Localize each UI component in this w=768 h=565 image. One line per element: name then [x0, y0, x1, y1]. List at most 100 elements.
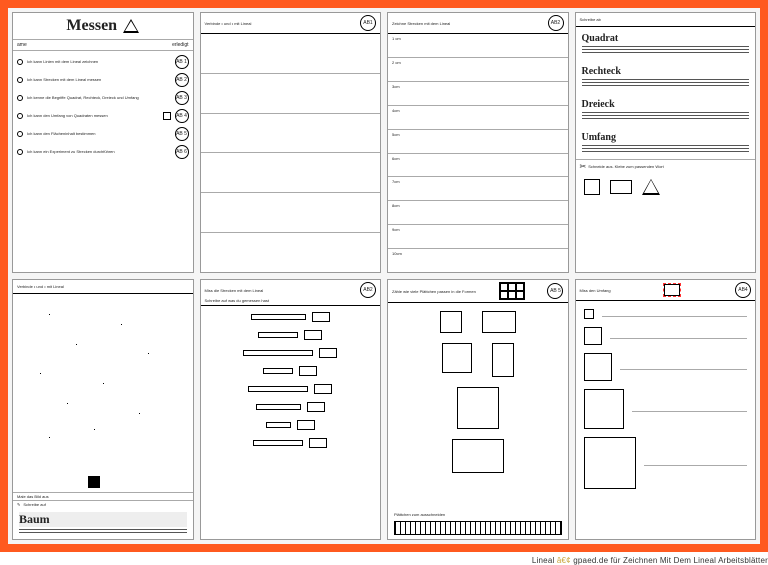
checkbox-circle[interactable]	[17, 95, 23, 101]
triangle-icon	[642, 179, 660, 195]
task-row: Ich kann ein Experiment zu Strecken durc…	[17, 145, 189, 159]
worksheet-2: Verbinde • und • mit Lineal AB1	[200, 12, 382, 273]
cut-instruction: Schneide aus. Klebe zum passenden Wort	[588, 164, 664, 169]
scissors-icon: ✂	[580, 162, 587, 171]
task-text: Ich kann den Umfang von Quadraten messen	[27, 114, 159, 118]
checkbox-circle[interactable]	[17, 113, 23, 119]
square-row	[584, 327, 748, 345]
ab-badge: AB 5	[547, 283, 563, 299]
dot-row	[201, 233, 381, 272]
writing-lines	[582, 77, 750, 87]
checkbox-circle[interactable]	[17, 149, 23, 155]
sheet-instruction: Verbinde • und • mit Lineal	[17, 284, 64, 289]
dot-row	[201, 114, 381, 154]
length-row: 2 cm	[388, 58, 568, 82]
task-text: Ich kann Linien mit dem Lineal zeichnen	[27, 60, 171, 64]
measure-item	[211, 438, 371, 448]
outline-box	[482, 311, 516, 333]
task-row: Ich kann den Umfang von Quadraten messen…	[17, 109, 189, 123]
sub-instruction: Schreibe auf	[23, 502, 45, 507]
filled-square-icon	[88, 476, 100, 488]
square-row	[584, 389, 748, 429]
word-label: Baum	[19, 512, 187, 527]
sub-instruction-row: ✎ Schreibe auf	[13, 500, 193, 508]
name-row: ame erledigt	[13, 40, 193, 51]
sheet-instruction-wrap: Miss den Umfang	[580, 288, 611, 293]
dot-row	[201, 153, 381, 193]
checkbox-circle[interactable]	[17, 59, 23, 65]
writing-lines	[19, 527, 187, 535]
pencil-icon: ✎	[17, 502, 20, 507]
writing-lines	[582, 44, 750, 54]
sub-instruction: Male das Bild aus	[13, 492, 193, 500]
length-row: 4cm	[388, 106, 568, 130]
task-text: Ich kann Strecken mit dem Lineal messen	[27, 78, 171, 82]
checkbox-circle[interactable]	[17, 131, 23, 137]
sheet-head: Zeichne Strecken mit dem Lineal AB2	[388, 13, 568, 34]
worksheet-7: Zähle wie viele Plättchen passen in die …	[387, 279, 569, 540]
writing-lines	[582, 110, 750, 120]
worksheet-title: Messen	[66, 15, 117, 37]
worksheet-grid: Messen ame erledigt Ich kann Linien mit …	[8, 8, 760, 544]
outline-box	[452, 439, 504, 473]
measure-column	[201, 306, 381, 539]
image-caption: Lineal â€¢ gpaed.de für Zeichnen Mit Dem…	[532, 556, 768, 565]
outline-box	[440, 311, 462, 333]
sheet-head: Zähle wie viele Plättchen passen in die …	[388, 280, 568, 303]
ab-badge: AB1	[360, 15, 376, 31]
box-column	[388, 303, 568, 512]
perimeter-icon	[664, 284, 680, 296]
ab-badge: AB 6	[175, 145, 189, 159]
measure-item	[211, 312, 371, 322]
worksheet-1-cover: Messen ame erledigt Ich kann Linien mit …	[12, 12, 194, 273]
worksheet-6: Miss die Strecken mit dem Lineal AB2 Sch…	[200, 279, 382, 540]
sheet-instruction: Zeichne Strecken mit dem Lineal	[392, 21, 450, 26]
rectangle-icon	[610, 180, 632, 194]
shape-row	[576, 173, 756, 201]
checkbox-circle[interactable]	[17, 77, 23, 83]
triangle-icon	[123, 19, 139, 33]
baum-block: Baum	[13, 508, 193, 539]
worksheet-3: Zeichne Strecken mit dem Lineal AB2 1 cm…	[387, 12, 569, 273]
ab-badge: AB 1	[175, 55, 189, 69]
ab-badge: AB 2	[175, 73, 189, 87]
square-row	[584, 437, 748, 489]
task-row: Ich kenne die Begriffe Quadrat, Rechteck…	[17, 91, 189, 105]
ab-badge: AB 3	[175, 91, 189, 105]
word-block: Rechteck	[582, 66, 750, 87]
sheet-head: Schreibe ab	[576, 13, 756, 27]
ab-badge: AB 5	[175, 127, 189, 141]
dot-rows	[201, 34, 381, 272]
length-row: 9cm	[388, 225, 568, 249]
outline-box	[442, 343, 472, 373]
word-label: Rechteck	[582, 66, 750, 77]
measure-item	[211, 420, 371, 430]
dot-row	[201, 74, 381, 114]
sheet-head: Verbinde • und • mit Lineal AB1	[201, 13, 381, 34]
name-label: ame	[17, 42, 27, 48]
sheet-head: Miss die Strecken mit dem Lineal AB2 Sch…	[201, 280, 381, 306]
ab-badge: AB4	[735, 282, 751, 298]
task-text: Ich kenne die Begriffe Quadrat, Rechteck…	[27, 96, 171, 100]
ab-badge: AB2	[548, 15, 564, 31]
length-row: 5cm	[388, 130, 568, 154]
word-label: Dreieck	[582, 99, 750, 110]
writing-lines	[582, 143, 750, 153]
word-block: Dreieck	[582, 99, 750, 120]
length-row: 3cm	[388, 82, 568, 106]
sheet-instruction: Schreibe ab	[580, 17, 601, 22]
task-row: Ich kann Strecken mit dem Lineal messen …	[17, 73, 189, 87]
ab-badge: AB2	[360, 282, 376, 298]
sheet-instruction: Miss die Strecken mit dem Lineal	[205, 288, 264, 293]
caption-gold: â€¢	[557, 556, 573, 565]
worksheet-8: Miss den Umfang AB4	[575, 279, 757, 540]
cut-instruction-row: ✂ Schneide aus. Klebe zum passenden Wort	[576, 159, 756, 173]
sheet-head: Verbinde • und • mit Lineal	[13, 280, 193, 294]
task-row: Ich kann Linien mit dem Lineal zeichnen …	[17, 55, 189, 69]
sheet-instruction: Miss den Umfang	[580, 288, 611, 293]
task-list: Ich kann Linien mit dem Lineal zeichnen …	[13, 51, 193, 163]
word-block: Umfang	[582, 132, 750, 153]
worksheet-4: Schreibe ab Quadrat Rechteck Dreieck Umf…	[575, 12, 757, 273]
dot-row	[201, 34, 381, 74]
outline-box	[492, 343, 514, 377]
